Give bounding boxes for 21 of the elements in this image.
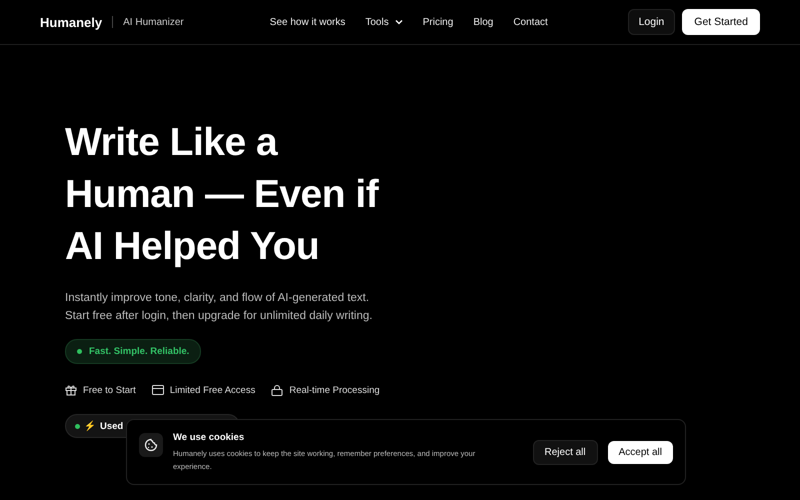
accept-all-button[interactable]: Accept all — [608, 440, 673, 464]
brand-logo[interactable]: Humanely — [40, 14, 102, 30]
cookie-icon — [139, 433, 163, 457]
login-button[interactable]: Login — [628, 9, 676, 35]
nav-link[interactable]: Contact — [513, 16, 548, 28]
nav-link[interactable]: Blog — [473, 16, 494, 28]
feature-label: Limited Free Access — [170, 384, 256, 396]
tagline-badge: Fast. Simple. Reliable. — [65, 339, 202, 364]
nav-link[interactable]: See how it works — [270, 16, 346, 28]
hero-subtitle: Instantly improve tone, clarity, and flow of AI-generated text. Start free after login, then upgrade for unlimited daily writing. — [65, 291, 374, 324]
lock-icon — [271, 384, 284, 396]
nav-link[interactable]: Pricing — [422, 16, 454, 28]
feature-label: Real-time Processing — [289, 384, 380, 396]
feature-label: Free to Start — [83, 384, 136, 396]
credit-card-icon — [152, 385, 164, 395]
product-name: AI Humanizer — [123, 16, 184, 28]
get-started-button[interactable]: Get Started — [682, 9, 760, 35]
gift-icon — [65, 384, 77, 396]
nav-link[interactable]: Tools — [365, 16, 403, 28]
reject-all-button[interactable]: Reject all — [532, 440, 598, 464]
hero-title: Write Like a Human — Even if AI Helped You — [65, 120, 380, 270]
